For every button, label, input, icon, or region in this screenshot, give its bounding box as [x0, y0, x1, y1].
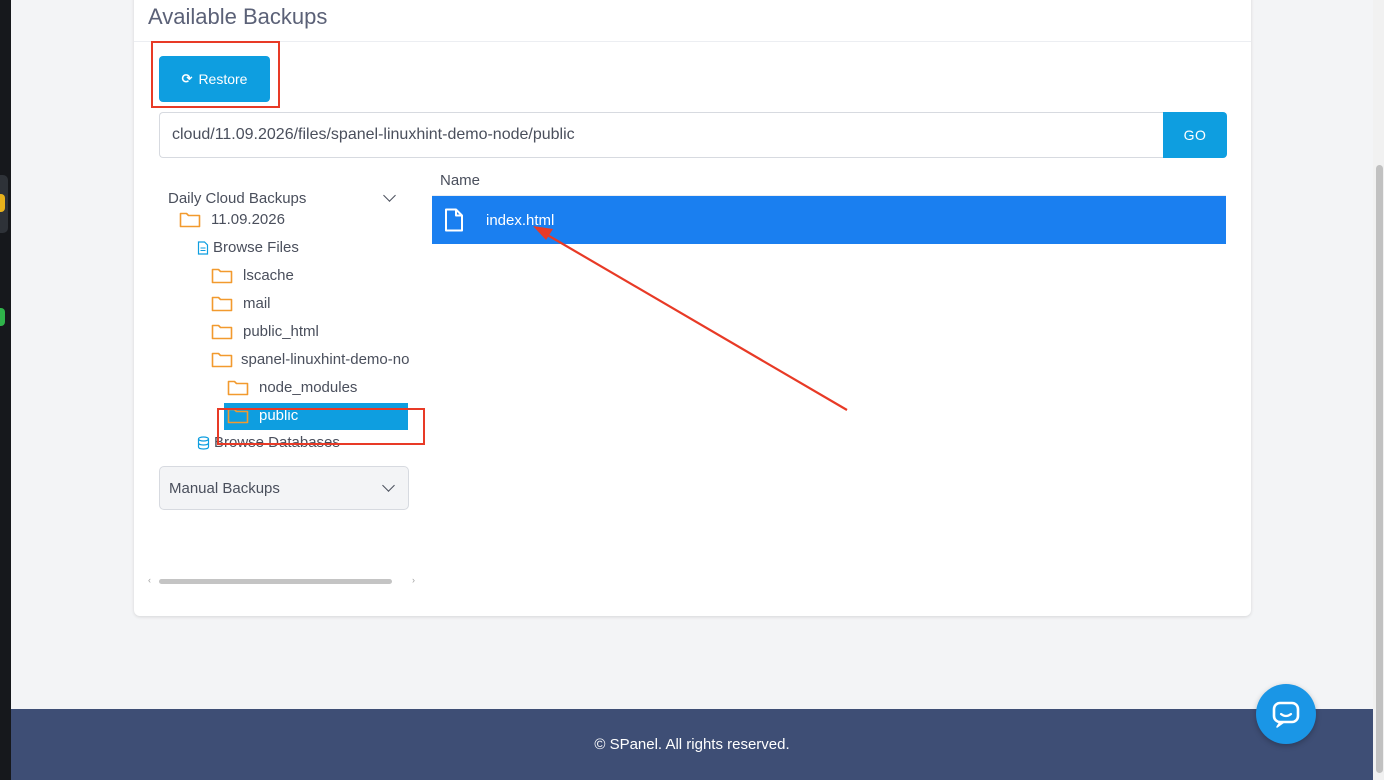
chevron-down-icon [382, 479, 395, 492]
tree-item-label: Browse Databases [214, 434, 340, 451]
scroll-right-icon[interactable]: › [412, 575, 415, 585]
tree-item-label: public_html [243, 323, 319, 340]
backups-card: Available Backups ⟳ Restore GO Daily Clo… [134, 0, 1251, 616]
folder-icon [211, 324, 233, 340]
column-header-name[interactable]: Name [432, 166, 1226, 196]
database-icon [197, 435, 210, 450]
folder-icon [211, 352, 233, 368]
tree-item-label: lscache [243, 267, 294, 284]
restore-button[interactable]: ⟳ Restore [159, 56, 270, 102]
tree-item-label: spanel-linuxhint-demo-no [241, 351, 409, 368]
folder-icon [227, 408, 249, 424]
tree-item-folder[interactable]: spanel-linuxhint-demo-no [211, 351, 409, 368]
tree-item-folder[interactable]: lscache [211, 267, 294, 284]
scrollbar-thumb[interactable] [159, 579, 392, 584]
daily-cloud-backups-label: Daily Cloud Backups [168, 189, 307, 207]
tree-item-subfolder[interactable]: node_modules [227, 379, 357, 396]
refresh-icon: ⟳ [181, 71, 193, 86]
restore-label: Restore [198, 71, 248, 87]
status-dot-green [0, 308, 5, 326]
file-name: index.html [486, 211, 555, 229]
scroll-left-icon[interactable]: ‹ [148, 575, 151, 585]
file-list: Name index.html [432, 166, 1226, 244]
go-button[interactable]: GO [1163, 112, 1227, 158]
tree-horizontal-scrollbar[interactable]: ‹ › [148, 574, 420, 586]
path-input[interactable] [159, 112, 1164, 158]
folder-icon [211, 268, 233, 284]
tree-item-label: 11.09.2026 [211, 211, 285, 228]
folder-icon [227, 380, 249, 396]
chat-bubble-icon [1272, 701, 1300, 728]
title-divider [134, 41, 1251, 42]
footer-copyright: © SPanel. All rights reserved. [594, 736, 790, 753]
chat-button[interactable] [1256, 684, 1316, 744]
tree-item-folder[interactable]: public_html [211, 323, 319, 340]
file-row-selected[interactable]: index.html [432, 196, 1226, 244]
status-dot-yellow [0, 194, 5, 212]
tree-item-label: node_modules [259, 379, 358, 396]
tree-item-subfolder-selected[interactable]: public [227, 407, 298, 424]
file-icon [445, 208, 463, 232]
manual-backups-header[interactable]: Manual Backups [159, 466, 409, 510]
left-window-strip [0, 0, 11, 780]
manual-backups-label: Manual Backups [169, 479, 280, 497]
chevron-down-icon [383, 189, 396, 202]
page-scrollbar-thumb[interactable] [1376, 165, 1383, 773]
tree-item-label: mail [243, 295, 271, 312]
tree-item-browse-databases[interactable]: Browse Databases [197, 434, 340, 451]
page-title: Available Backups [148, 4, 328, 29]
tree-item-browse-files[interactable]: Browse Files [197, 239, 299, 256]
folder-icon [211, 296, 233, 312]
tree-item-folder[interactable]: mail [211, 295, 271, 312]
footer: © SPanel. All rights reserved. [11, 709, 1373, 780]
document-icon [197, 240, 209, 255]
tree-item-label: Browse Files [213, 239, 299, 256]
folder-icon [179, 212, 201, 228]
tree-item-label: public [259, 407, 299, 424]
backup-tree: Daily Cloud Backups 11.09.2026 Browse Fi… [159, 176, 409, 596]
tree-item-date-folder[interactable]: 11.09.2026 [179, 211, 285, 228]
